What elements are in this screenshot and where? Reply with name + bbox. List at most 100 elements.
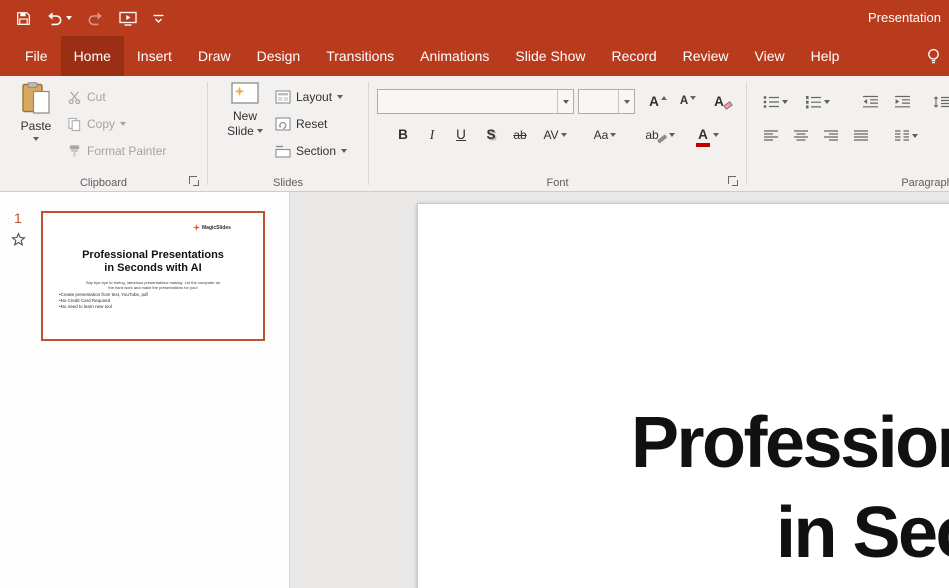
slide-canvas[interactable]: Professional Presentations in Seconds wi… xyxy=(417,203,949,588)
increase-font-size-button[interactable]: A xyxy=(645,89,671,114)
section-button[interactable]: Section xyxy=(272,139,350,163)
tab-insert[interactable]: Insert xyxy=(124,36,185,76)
decrease-indent-icon xyxy=(862,95,879,109)
thumbnail-title-line2: in Seconds with AI xyxy=(43,262,263,275)
slide-thumbnail[interactable]: MagicSlides Professional Presentations i… xyxy=(41,211,265,341)
tab-slide-show[interactable]: Slide Show xyxy=(502,36,598,76)
character-spacing-caret[interactable] xyxy=(561,133,567,137)
slide-title-line1[interactable]: Professional Presentations xyxy=(631,402,949,484)
layout-dropdown-caret[interactable] xyxy=(337,95,343,99)
align-center-icon xyxy=(793,129,809,143)
customize-quick-access-button[interactable] xyxy=(152,12,165,25)
font-size-dropdown-caret[interactable] xyxy=(618,90,634,113)
change-case-button[interactable]: Aa xyxy=(587,122,623,147)
layout-label: Layout xyxy=(296,90,332,104)
new-slide-icon xyxy=(231,82,259,104)
bullets-button[interactable] xyxy=(757,89,793,114)
align-right-button[interactable] xyxy=(819,123,843,148)
font-group: A A A B I U S ab xyxy=(369,76,746,191)
ideas-button[interactable] xyxy=(926,36,941,76)
tab-view[interactable]: View xyxy=(742,36,798,76)
highlight-color-button[interactable]: ab xyxy=(639,122,681,147)
thumbnail-body-text: Say bye-bye to boring, laborious present… xyxy=(43,280,263,290)
bold-button[interactable]: B xyxy=(391,122,415,147)
start-slideshow-button[interactable] xyxy=(119,11,137,26)
cut-icon xyxy=(67,90,82,105)
new-slide-dropdown-caret[interactable] xyxy=(257,129,263,133)
paste-icon xyxy=(22,82,50,114)
reset-button[interactable]: Reset xyxy=(272,112,330,136)
font-color-caret[interactable] xyxy=(713,133,719,137)
tab-home[interactable]: Home xyxy=(61,36,124,76)
font-group-label: Font xyxy=(369,177,746,189)
numbering-button[interactable] xyxy=(799,89,835,114)
clipboard-group-label: Clipboard xyxy=(0,177,207,189)
new-slide-button[interactable]: New Slide xyxy=(220,82,270,138)
tab-file[interactable]: File xyxy=(12,36,61,76)
copy-dropdown-caret[interactable] xyxy=(120,122,126,126)
font-size-combobox[interactable] xyxy=(578,89,635,114)
change-case-caret[interactable] xyxy=(610,133,616,137)
layout-button[interactable]: Layout xyxy=(272,85,346,109)
font-name-dropdown-caret[interactable] xyxy=(557,90,573,113)
italic-button[interactable]: I xyxy=(421,122,443,147)
line-spacing-icon xyxy=(933,95,949,109)
numbering-icon xyxy=(805,95,822,109)
powerpoint-window: Presentation File Home Insert Draw Desig… xyxy=(0,0,949,588)
cut-button[interactable]: Cut xyxy=(64,85,109,109)
format-painter-icon xyxy=(67,144,82,159)
tab-transitions[interactable]: Transitions xyxy=(313,36,407,76)
font-color-button[interactable]: A xyxy=(687,122,727,147)
align-center-button[interactable] xyxy=(789,123,813,148)
animation-star-icon[interactable] xyxy=(11,232,26,247)
columns-icon xyxy=(894,129,910,143)
justify-button[interactable] xyxy=(849,123,873,148)
undo-button[interactable] xyxy=(46,11,72,26)
section-dropdown-caret[interactable] xyxy=(341,149,347,153)
paste-button[interactable]: Paste xyxy=(10,82,62,141)
strikethrough-icon: ab xyxy=(513,129,526,141)
tab-review[interactable]: Review xyxy=(670,36,742,76)
highlight-color-caret[interactable] xyxy=(669,133,675,137)
save-button[interactable] xyxy=(16,11,31,26)
eraser-icon xyxy=(723,101,732,110)
copy-icon xyxy=(67,117,82,132)
text-shadow-button[interactable]: S xyxy=(479,122,503,147)
paste-label: Paste xyxy=(21,119,52,133)
decrease-font-size-button[interactable]: A xyxy=(675,89,701,114)
clear-formatting-button[interactable]: A xyxy=(709,89,737,114)
character-spacing-button[interactable]: AV xyxy=(537,122,573,147)
tab-design[interactable]: Design xyxy=(244,36,314,76)
redo-button[interactable] xyxy=(87,11,104,26)
columns-caret[interactable] xyxy=(912,134,918,138)
tab-draw[interactable]: Draw xyxy=(185,36,244,76)
layout-icon xyxy=(275,90,291,104)
decrease-indent-button[interactable] xyxy=(857,89,883,114)
columns-button[interactable] xyxy=(887,123,925,148)
copy-button[interactable]: Copy xyxy=(64,112,129,136)
numbering-caret[interactable] xyxy=(824,100,830,104)
paste-dropdown-caret[interactable] xyxy=(33,137,39,141)
slide-title-line2[interactable]: in Seconds with AI xyxy=(776,492,949,574)
font-name-combobox[interactable] xyxy=(377,89,574,114)
save-icon xyxy=(16,11,31,26)
slideshow-icon xyxy=(119,11,137,26)
thumbnail-logo: MagicSlides xyxy=(193,224,231,231)
align-right-icon xyxy=(823,129,839,143)
strikethrough-button[interactable]: ab xyxy=(507,122,533,147)
tab-record[interactable]: Record xyxy=(598,36,669,76)
tab-animations[interactable]: Animations xyxy=(407,36,502,76)
increase-indent-button[interactable] xyxy=(889,89,915,114)
thumbnail-logo-text: MagicSlides xyxy=(202,225,231,231)
tab-help[interactable]: Help xyxy=(798,36,853,76)
slide-editing-canvas[interactable]: Professional Presentations in Seconds wi… xyxy=(290,192,949,588)
undo-dropdown-caret[interactable] xyxy=(66,16,72,20)
line-spacing-button[interactable] xyxy=(927,89,949,114)
font-dialog-launcher[interactable] xyxy=(728,176,739,187)
underline-button[interactable]: U xyxy=(449,122,473,147)
bullets-caret[interactable] xyxy=(782,100,788,104)
clipboard-dialog-launcher[interactable] xyxy=(189,176,200,187)
align-left-button[interactable] xyxy=(759,123,783,148)
cut-label: Cut xyxy=(87,90,106,104)
format-painter-button[interactable]: Format Painter xyxy=(64,139,169,163)
